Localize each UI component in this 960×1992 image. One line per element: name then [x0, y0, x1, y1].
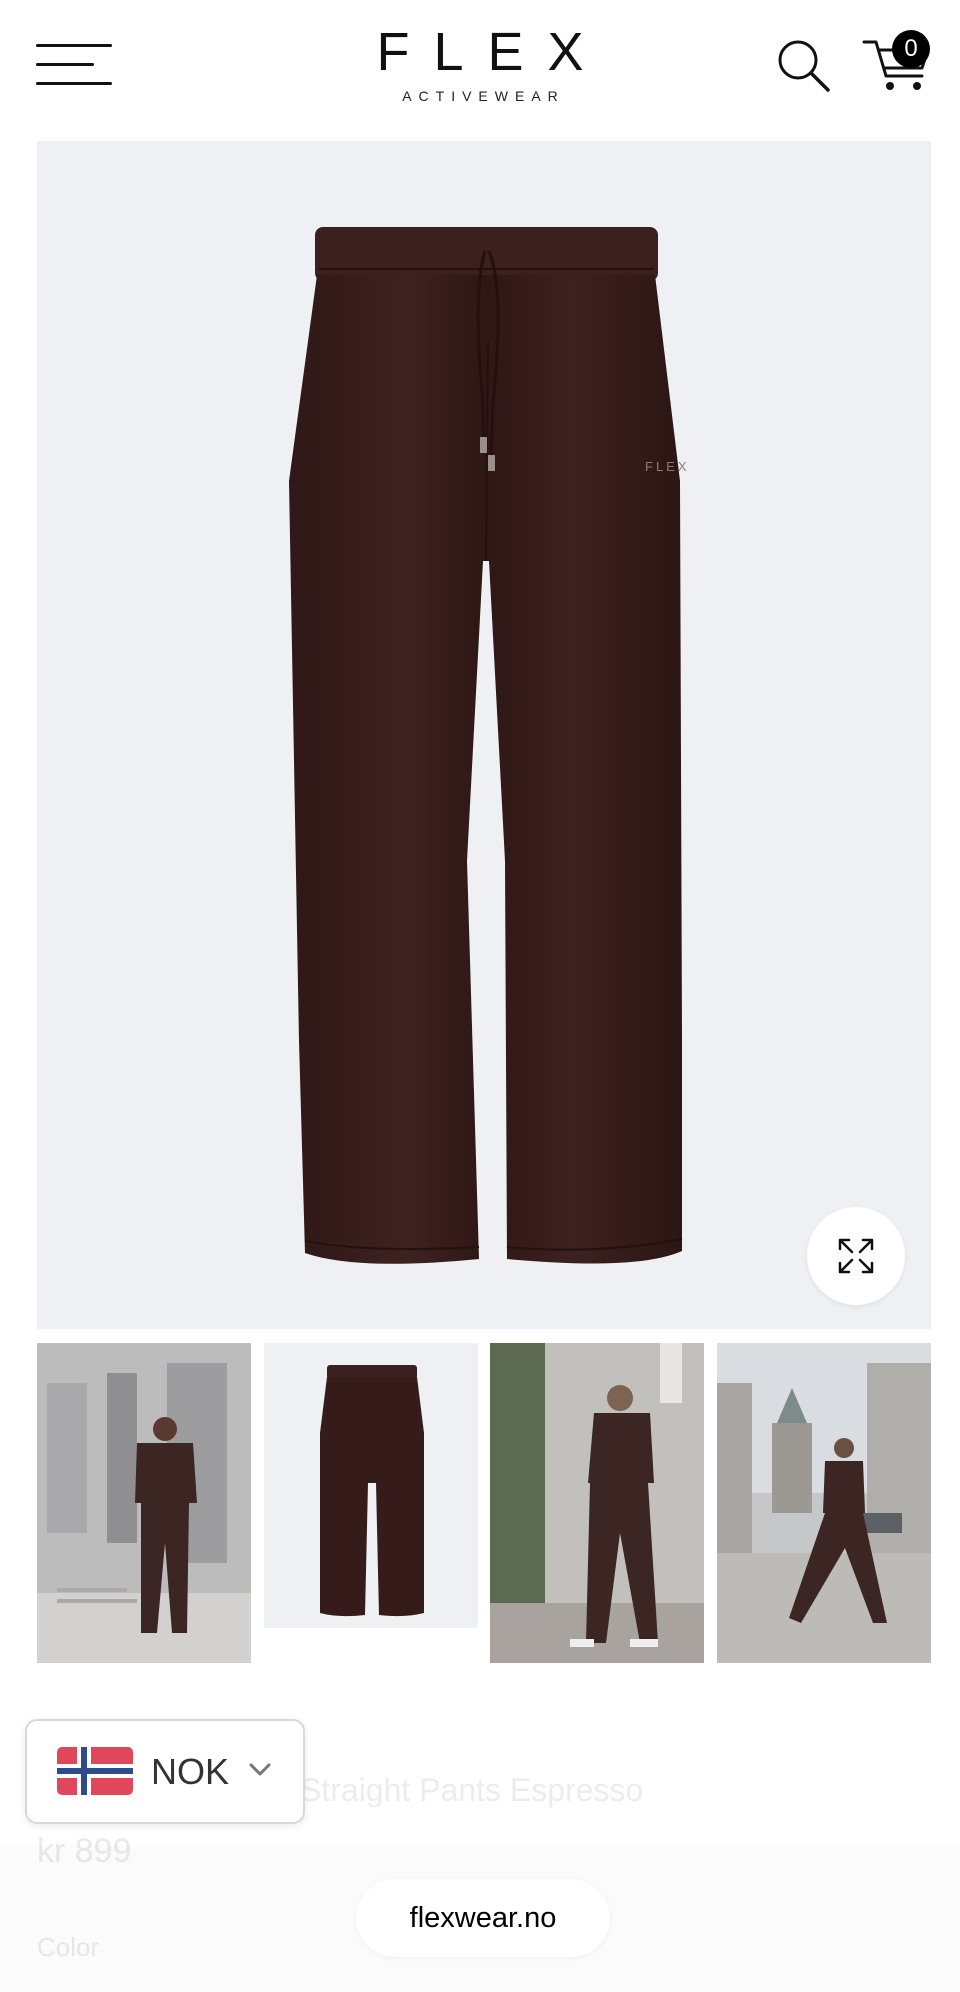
svg-text:FLEX: FLEX	[645, 459, 690, 474]
color-label: Color	[37, 1932, 100, 1962]
brand-name: FLEX	[376, 22, 608, 82]
site-header: FLEX ACTIVEWEAR 0	[0, 0, 960, 138]
currency-selector[interactable]: NOK	[25, 1719, 305, 1824]
product-price: kr 899	[37, 1832, 132, 1870]
thumbnail-lifestyle-2[interactable]	[490, 1343, 704, 1663]
thumbnail-lifestyle-3[interactable]	[717, 1343, 931, 1663]
product-title: Straight Pants Espresso	[300, 1772, 644, 1808]
brand-logo[interactable]: FLEX ACTIVEWEAR	[300, 24, 660, 104]
thumbnail-product[interactable]	[264, 1343, 478, 1628]
product-main-image[interactable]: FLEX	[37, 141, 931, 1329]
norway-flag-icon	[57, 1747, 133, 1795]
zoom-expand-icon[interactable]	[807, 1207, 905, 1305]
search-icon[interactable]	[776, 38, 832, 94]
hamburger-menu-icon[interactable]	[36, 44, 112, 86]
brand-subtitle: ACTIVEWEAR	[402, 88, 565, 104]
currency-code: NOK	[151, 1751, 230, 1792]
thumbnail-lifestyle-1[interactable]	[37, 1343, 251, 1663]
browser-address-bar[interactable]: flexwear.no	[356, 1879, 610, 1957]
chevron-down-icon	[247, 1757, 273, 1788]
cart-count-badge: 0	[892, 30, 930, 68]
